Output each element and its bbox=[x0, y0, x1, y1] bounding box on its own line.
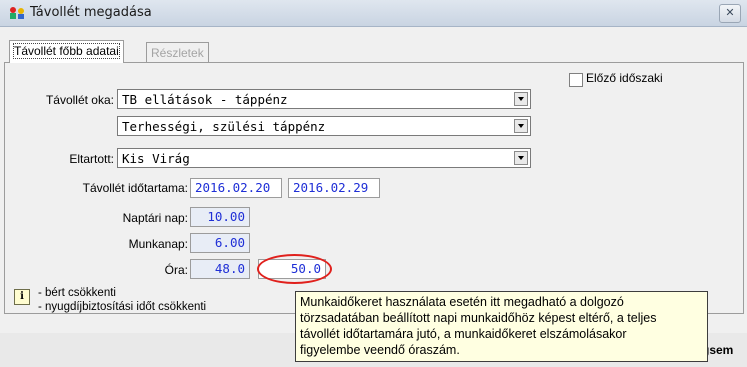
hours-field: 48.0 bbox=[190, 259, 250, 279]
info-line-2: - nyugdíjbiztosítási időt csökkenti bbox=[38, 301, 207, 313]
dropdown-arrow-icon[interactable] bbox=[514, 119, 528, 133]
tooltip-line-3: távollét időtartamára jutó, a munkaidőke… bbox=[300, 327, 627, 341]
subreason-select[interactable]: Terhességi, szülési táppénz bbox=[117, 116, 531, 136]
workdays-label: Munkanap: bbox=[128, 237, 188, 251]
duration-label: Távollét időtartama: bbox=[82, 181, 188, 195]
tooltip-line-1: Munkaidőkeret használata esetén itt mega… bbox=[300, 295, 624, 309]
info-line-1: - bért csökkenti bbox=[38, 287, 116, 299]
subreason-value: Terhességi, szülési táppénz bbox=[122, 119, 326, 134]
dependent-select[interactable]: Kis Virág bbox=[117, 148, 531, 168]
dropdown-arrow-icon[interactable] bbox=[514, 92, 528, 106]
tooltip-line-4: figyelembe veendő óraszám. bbox=[300, 343, 460, 357]
tab-details[interactable]: Részletek bbox=[146, 42, 209, 63]
date-from-field[interactable]: 2016.02.20 bbox=[190, 178, 282, 198]
date-to-field[interactable]: 2016.02.29 bbox=[288, 178, 380, 198]
close-icon: ✕ bbox=[725, 6, 735, 19]
dropdown-arrow-icon[interactable] bbox=[514, 151, 528, 165]
tooltip-line-2: törzsadatában beállított napi munkaidőhö… bbox=[300, 311, 657, 325]
reason-value: TB ellátások - táppénz bbox=[122, 92, 288, 107]
reason-select[interactable]: TB ellátások - táppénz bbox=[117, 89, 531, 109]
close-button[interactable]: ✕ bbox=[719, 4, 741, 23]
dependent-value: Kis Virág bbox=[122, 151, 190, 166]
workdays-field: 6.00 bbox=[190, 233, 250, 253]
window-title: Távollét megadása bbox=[30, 5, 152, 20]
app-icon bbox=[10, 7, 24, 19]
tab-label: Távollét főbb adatai bbox=[13, 43, 120, 59]
previous-period-checkbox[interactable] bbox=[569, 73, 583, 87]
calendar-days-field: 10.00 bbox=[190, 207, 250, 227]
tooltip: Munkaidőkeret használata esetén itt mega… bbox=[295, 291, 708, 362]
highlight-circle bbox=[257, 254, 332, 284]
title-bar: Távollét megadása ✕ bbox=[0, 0, 747, 27]
info-icon: i bbox=[14, 289, 30, 305]
calendar-days-label: Naptári nap: bbox=[122, 211, 188, 225]
tab-label: Részletek bbox=[151, 46, 204, 60]
dependent-label: Eltartott: bbox=[69, 152, 114, 166]
tab-main-data[interactable]: Távollét főbb adatai bbox=[9, 40, 124, 63]
hours-label: Óra: bbox=[164, 263, 188, 277]
previous-period-label[interactable]: Előző időszaki bbox=[586, 71, 663, 85]
reason-label: Távollét oka: bbox=[45, 93, 114, 107]
